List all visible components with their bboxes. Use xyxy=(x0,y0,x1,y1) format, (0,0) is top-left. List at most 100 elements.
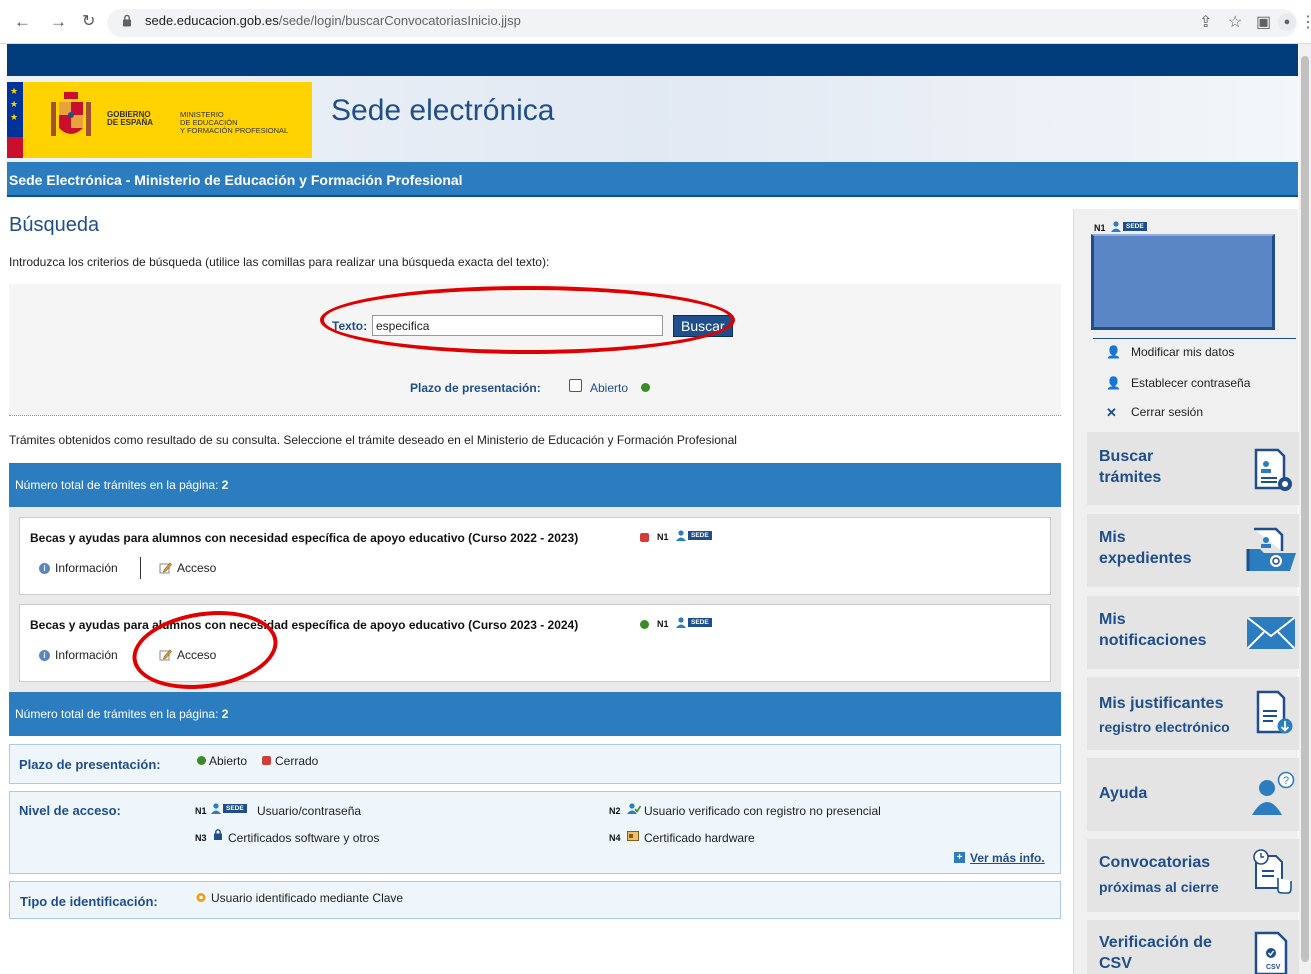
forward-arrow-icon[interactable]: → xyxy=(50,12,67,32)
edit-icon xyxy=(159,562,172,574)
csv-icon-label: CSV xyxy=(1266,964,1281,971)
url-text: sede.educacion.gob.es/sede/login/buscarC… xyxy=(145,13,521,28)
user-level: N1 xyxy=(1094,223,1106,233)
result-title[interactable]: Becas y ayudas para alumnos con necesida… xyxy=(30,531,578,545)
folder-search-icon xyxy=(1246,527,1296,571)
back-arrow-icon[interactable]: ← xyxy=(14,12,31,32)
help-user-icon: ? xyxy=(1252,771,1295,815)
result-title[interactable]: Becas y ayudas para alumnos con necesida… xyxy=(30,618,578,632)
page-title: Búsqueda xyxy=(9,214,100,236)
n1-text: Usuario/contraseña xyxy=(257,804,362,818)
informacion-link[interactable]: Información xyxy=(55,648,118,662)
card-subtitle: próximas al cierre xyxy=(1099,879,1219,895)
divider xyxy=(1093,338,1296,339)
card-title: Mis expedientes xyxy=(1099,529,1192,567)
closed-status-icon xyxy=(262,756,271,765)
abierto-legend: Abierto xyxy=(209,754,248,768)
document-download-icon xyxy=(1256,690,1293,734)
acceso-link[interactable]: Acceso xyxy=(177,561,216,575)
top-bar xyxy=(7,44,1298,76)
open-status-icon xyxy=(641,383,650,392)
envelope-icon xyxy=(1247,617,1295,649)
tipo-legend-title: Tipo de identificación: xyxy=(20,894,158,909)
nivel-legend-title: Nivel de acceso: xyxy=(19,803,121,818)
informacion-link[interactable]: Información xyxy=(55,561,118,575)
user-icon xyxy=(211,803,221,814)
n1-label: N1 xyxy=(195,806,207,816)
info-icon: i xyxy=(39,650,50,661)
sede-badge: SEDE xyxy=(223,804,247,813)
user-info-panel xyxy=(1091,234,1275,330)
clave-icon xyxy=(196,893,206,902)
results-intro: Trámites obtenidos como resultado de su … xyxy=(9,433,737,447)
modificar-datos-link[interactable]: Modificar mis datos xyxy=(1131,345,1234,359)
side-panel-icon[interactable]: ▣ xyxy=(1256,12,1271,32)
document-search-icon xyxy=(1254,448,1292,491)
abierto-label: Abierto xyxy=(590,381,629,395)
star-icon: ★ xyxy=(10,86,19,96)
lock-icon xyxy=(123,14,131,27)
abierto-checkbox[interactable] xyxy=(569,379,582,392)
ministerio-label: MINISTERIO DE EDUCACIÓN Y FORMACIÓN PROFES… xyxy=(180,110,289,135)
establecer-contrasena-link[interactable]: Establecer contraseña xyxy=(1131,376,1250,390)
scrollbar-thumb[interactable] xyxy=(1301,56,1309,962)
sede-badge: SEDE xyxy=(1123,222,1147,231)
level-label: N1 xyxy=(657,619,669,629)
calendar-clock-icon xyxy=(1253,849,1292,894)
closed-status-icon xyxy=(640,533,649,542)
plazo-label: Plazo de presentación: xyxy=(410,381,541,395)
cerrado-legend: Cerrado xyxy=(275,754,319,768)
open-status-icon xyxy=(197,756,206,765)
user-icon xyxy=(1111,221,1121,232)
user-check-icon xyxy=(627,803,641,814)
svg-text:?: ? xyxy=(1283,775,1289,787)
cerrar-sesion-link[interactable]: Cerrar sesión xyxy=(1131,405,1203,419)
user-edit-icon: 👤 xyxy=(1106,345,1121,359)
profile-avatar-icon[interactable]: ● xyxy=(1278,13,1296,31)
plazo-legend xyxy=(9,744,1061,784)
card-title: Ayuda xyxy=(1099,785,1148,802)
n2-label: N2 xyxy=(609,806,621,816)
hardware-card-icon xyxy=(627,831,639,841)
ver-mas-link[interactable]: Ver más info. xyxy=(970,851,1045,865)
sede-badge: SEDE xyxy=(688,531,712,540)
share-icon[interactable]: ⇪ xyxy=(1199,12,1212,32)
n4-text: Certificado hardware xyxy=(644,831,755,845)
user-icon xyxy=(676,530,686,541)
browser-toolbar: ← → ↻ sede.educacion.gob.es/sede/login/b… xyxy=(0,0,1311,44)
divider xyxy=(140,557,141,579)
ministry-title[interactable]: Sede Electrónica - Ministerio de Educaci… xyxy=(9,172,463,188)
bookmark-star-icon[interactable]: ☆ xyxy=(1228,12,1242,32)
menu-kebab-icon[interactable]: ⋮ xyxy=(1300,12,1311,32)
search-intro: Introduzca los criterios de búsqueda (ut… xyxy=(9,255,550,269)
tipo-legend xyxy=(9,881,1061,919)
results-count: Número total de trámites en la página: 2 xyxy=(15,707,229,721)
user-key-icon: 👤 xyxy=(1106,376,1121,390)
info-icon: i xyxy=(39,563,50,574)
annotation-circle xyxy=(320,286,735,354)
level-label: N1 xyxy=(657,532,669,542)
sede-badge: SEDE xyxy=(688,618,712,627)
result-card xyxy=(19,517,1051,595)
user-icon xyxy=(676,617,686,628)
star-icon: ★ xyxy=(10,99,19,109)
n2-text: Usuario verificado con registro no prese… xyxy=(644,804,881,818)
site-title: Sede electrónica xyxy=(331,94,555,127)
close-icon: ✕ xyxy=(1106,405,1117,420)
card-title: Convocatorias xyxy=(1099,854,1211,871)
n4-label: N4 xyxy=(609,833,621,843)
nivel-legend xyxy=(9,791,1061,874)
n3-text: Certificados software y otros xyxy=(228,831,380,845)
card-title: Verificación de CSV xyxy=(1099,934,1212,972)
gobierno-label: GOBIERNO DE ESPAÑA xyxy=(107,110,154,127)
reload-icon[interactable]: ↻ xyxy=(82,12,95,32)
star-icon: ★ xyxy=(10,112,19,122)
certificate-lock-icon xyxy=(214,829,222,840)
tipo-text: Usuario identificado mediante Clave xyxy=(211,891,404,905)
card-title: Mis notificaciones xyxy=(1099,611,1207,649)
card-title: Mis justificantes xyxy=(1099,695,1224,712)
results-count: Número total de trámites en la página: 2 xyxy=(15,478,229,492)
flag-red-strip xyxy=(7,137,23,158)
n3-label: N3 xyxy=(195,833,207,843)
card-title: Buscar trámites xyxy=(1099,448,1162,486)
